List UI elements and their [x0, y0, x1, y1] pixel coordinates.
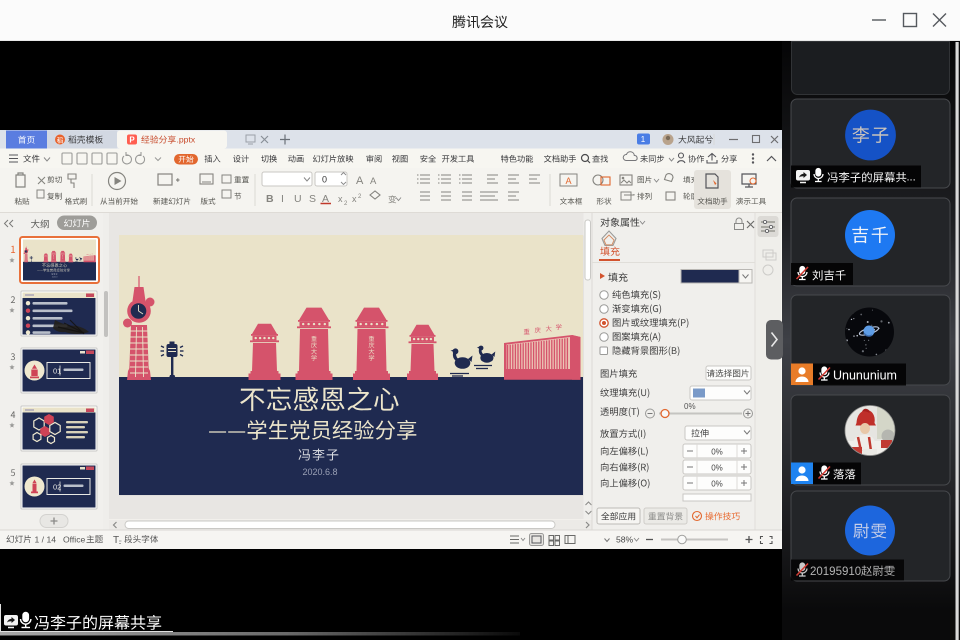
svg-text:B: B — [266, 193, 274, 205]
svg-text:S: S — [309, 193, 316, 205]
svg-text:A: A — [370, 176, 377, 187]
svg-text:20195910: 20195910 — [810, 566, 861, 578]
svg-text:1: 1 — [641, 135, 646, 144]
svg-text:.pptx: .pptx — [177, 135, 196, 145]
svg-text:A: A — [565, 176, 571, 186]
svg-text:Unununium: Unununium — [833, 369, 897, 383]
svg-text:0%: 0% — [711, 448, 723, 457]
svg-text:0: 0 — [322, 175, 327, 185]
svg-text:稻: 稻 — [57, 136, 64, 145]
svg-text:Office: Office — [63, 534, 86, 544]
svg-text:T: T — [113, 535, 119, 546]
svg-text:58%: 58% — [616, 534, 634, 544]
svg-text:U: U — [294, 193, 302, 205]
svg-text:A: A — [356, 175, 364, 187]
svg-text:0%: 0% — [711, 464, 723, 473]
svg-text:P: P — [129, 136, 135, 145]
svg-text:I: I — [281, 193, 284, 205]
svg-text:x: x — [338, 194, 343, 204]
svg-text:1 / 14: 1 / 14 — [35, 534, 57, 544]
svg-text:0%: 0% — [711, 480, 723, 489]
svg-text:x: x — [352, 194, 357, 204]
svg-text:...: ... — [907, 172, 916, 184]
svg-text:0%: 0% — [684, 402, 696, 411]
